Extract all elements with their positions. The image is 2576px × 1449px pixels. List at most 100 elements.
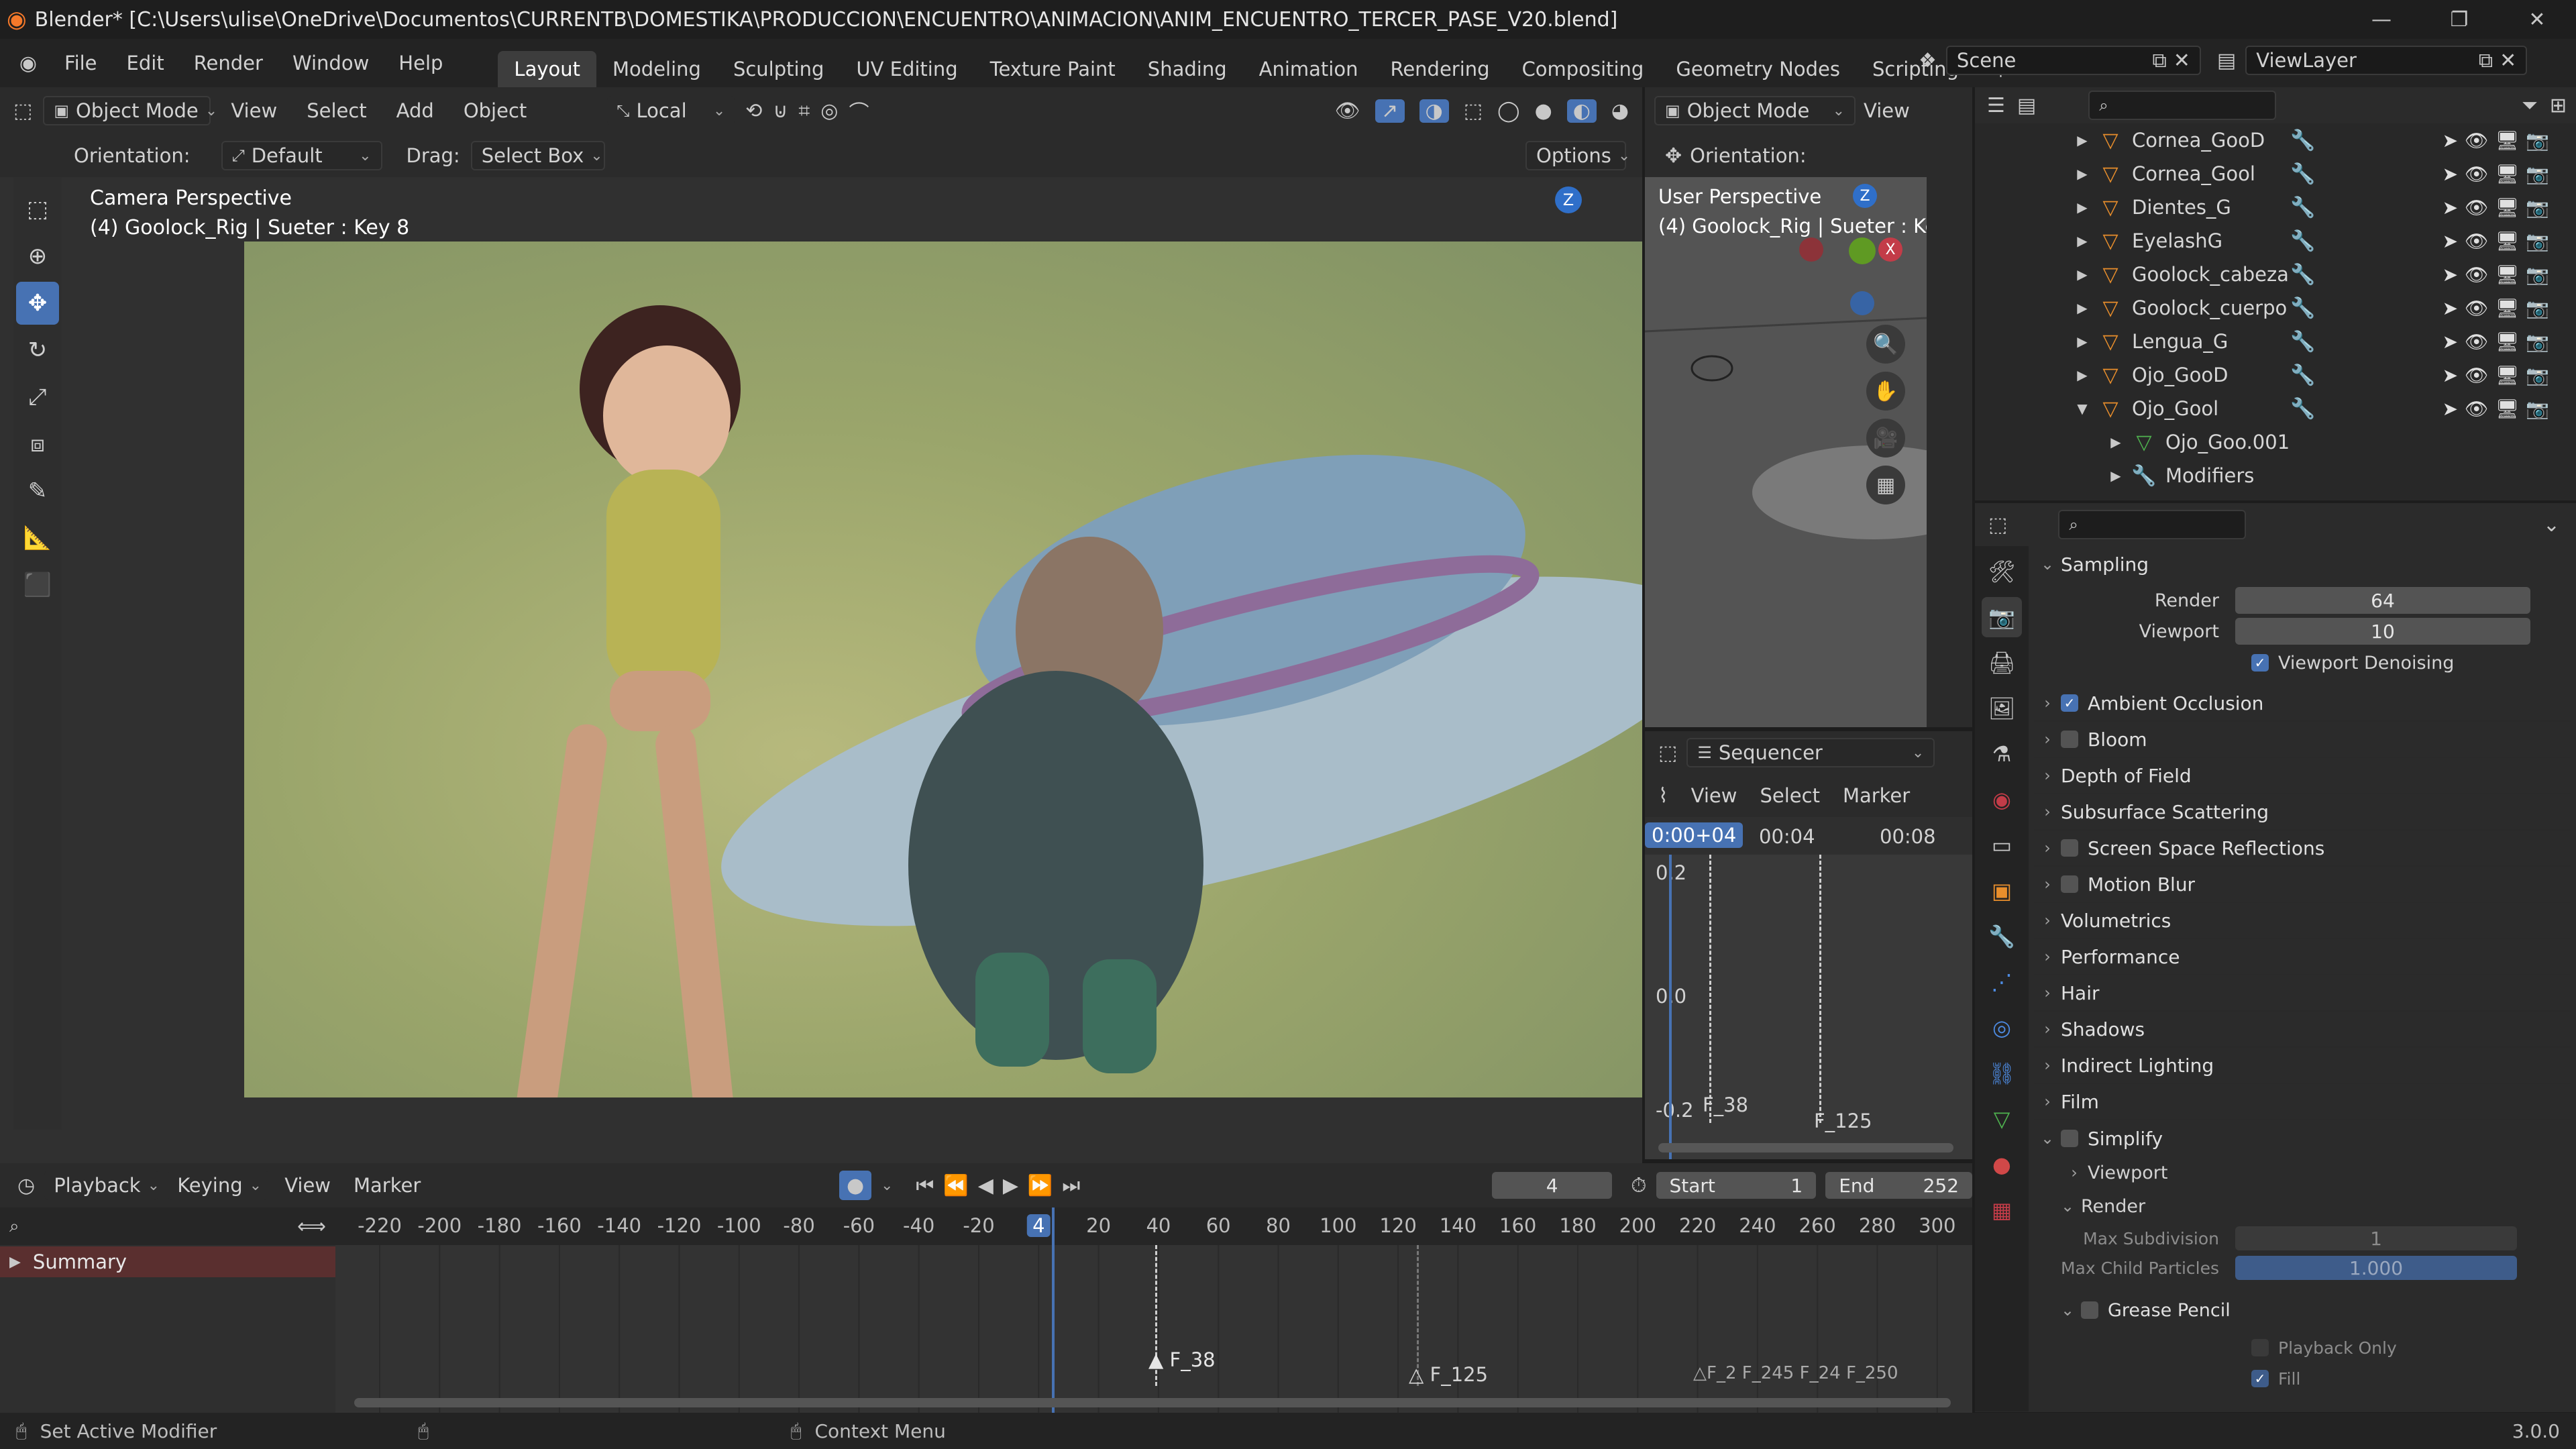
expand-triangle-icon[interactable]: ▶ xyxy=(2069,233,2096,249)
new-collection-icon[interactable]: ⊞ xyxy=(2550,94,2567,117)
add-cube-icon[interactable]: ⬛ xyxy=(16,564,59,606)
expand-triangle-icon[interactable]: ▶ xyxy=(2069,132,2096,148)
modifier-icon[interactable]: 🔧 xyxy=(2290,162,2315,186)
outliner-item[interactable]: ▶ ▽ EyelashG 🔧 ➤ 👁 🖥 📷 xyxy=(1975,224,2576,258)
select-arrow-icon[interactable]: ➤ xyxy=(2443,331,2458,353)
viewport2-menu-view[interactable]: View xyxy=(1864,99,1910,122)
panel-checkbox[interactable] xyxy=(2061,731,2078,748)
expand-triangle-icon[interactable]: ▶ xyxy=(9,1254,21,1271)
menu-object[interactable]: Object xyxy=(454,99,536,122)
panel-performance[interactable]: › Performance xyxy=(2034,939,2571,975)
next-keyframe-icon[interactable]: ⏩ xyxy=(1028,1174,1053,1197)
eye-icon[interactable]: 👁 xyxy=(2465,197,2489,219)
modifier-icon[interactable]: 🔧 xyxy=(2290,297,2315,320)
cursor-icon[interactable]: ⊕ xyxy=(16,235,59,278)
jump-end-icon[interactable]: ⏭ xyxy=(1062,1174,1080,1197)
eye-icon[interactable]: 👁 xyxy=(2465,297,2489,319)
fill-checkbox[interactable]: ✓ xyxy=(2251,1370,2269,1387)
tab-modeling[interactable]: Modeling xyxy=(596,51,717,87)
tab-texture-paint[interactable]: Texture Paint xyxy=(974,51,1132,87)
menu-help[interactable]: Help xyxy=(384,39,458,87)
snap-target-icon[interactable]: ⌗ xyxy=(798,99,810,123)
expand-triangle-icon[interactable]: ▶ xyxy=(2102,434,2129,450)
monitor-icon[interactable]: 🖥 xyxy=(2496,264,2520,286)
modifier-icon[interactable]: 🔧 xyxy=(2290,129,2315,152)
timeline-marker-f125[interactable]: △ F_125 xyxy=(1409,1363,1488,1386)
rotate-icon[interactable]: ↻ xyxy=(16,329,59,372)
panel-ambient-occlusion[interactable]: › ✓ Ambient Occlusion xyxy=(2034,686,2571,722)
expand-triangle-icon[interactable]: ▶ xyxy=(2102,468,2129,484)
tab-compositing[interactable]: Compositing xyxy=(1506,51,1660,87)
jump-start-icon[interactable]: ⏮ xyxy=(916,1174,934,1197)
gizmo-toggle-icon[interactable]: ↗ xyxy=(1375,99,1405,123)
outliner-item[interactable]: ▼ ▽ Ojo_Gool 🔧 ➤ 👁 🖥 📷 xyxy=(1975,392,2576,425)
outliner-search[interactable]: ⌕ xyxy=(2088,91,2277,120)
camera-icon[interactable]: 📷 xyxy=(2526,364,2549,386)
particles-tab-icon[interactable]: ⋰ xyxy=(1982,962,2022,1002)
wireframe-shading-icon[interactable]: ◯ xyxy=(1497,99,1520,123)
menu-select[interactable]: Select xyxy=(297,99,376,122)
max-subdivision-field[interactable]: 1 xyxy=(2235,1226,2517,1250)
modifier-icon[interactable]: 🔧 xyxy=(2290,229,2315,253)
graph-menu-marker[interactable]: Marker xyxy=(1843,784,1910,807)
tab-shading[interactable]: Shading xyxy=(1132,51,1243,87)
expand-triangle-icon[interactable]: ▶ xyxy=(2069,367,2096,383)
modifier-icon[interactable]: 🔧 xyxy=(2290,196,2315,219)
eye-icon[interactable]: 👁 xyxy=(2465,398,2489,420)
blender-menu-icon[interactable]: ◉ xyxy=(7,52,50,75)
orientation-dropdown[interactable]: ⤢ Default ⌄ xyxy=(221,141,382,170)
timeline-editor-icon[interactable]: ◷ xyxy=(17,1174,35,1197)
physics-tab-icon[interactable]: ◎ xyxy=(1982,1008,2022,1048)
timeline-marker-cluster[interactable]: △F_2 F_245 F_24 F_250 xyxy=(1693,1363,1898,1383)
eye-icon[interactable]: 👁 xyxy=(2465,331,2489,353)
select-arrow-icon[interactable]: ➤ xyxy=(2443,163,2458,185)
new-view-layer-icon[interactable]: ⧉ xyxy=(2479,49,2493,72)
transform-icon[interactable]: ⧈ xyxy=(16,423,59,466)
scene-icon[interactable]: ❖ xyxy=(1919,49,1937,72)
eye-icon[interactable]: 👁 xyxy=(2465,364,2489,386)
menu-render[interactable]: Render xyxy=(179,39,278,87)
tab-uv-editing[interactable]: UV Editing xyxy=(840,51,973,87)
editor-type-icon[interactable]: ⬚ xyxy=(1658,741,1677,765)
timeline-menu-marker[interactable]: Marker xyxy=(347,1174,427,1197)
camera-icon[interactable]: 📷 xyxy=(2526,163,2549,185)
outliner-item[interactable]: ▶ 🔧 Modifiers xyxy=(1975,459,2576,492)
camera-icon[interactable]: 📷 xyxy=(2526,230,2549,252)
expand-triangle-icon[interactable]: ▶ xyxy=(2069,199,2096,215)
view-layer-tab-icon[interactable]: 🖼 xyxy=(1982,688,2022,729)
options-dropdown[interactable]: Options ⌄ xyxy=(1525,141,1630,170)
graph-playhead[interactable] xyxy=(1669,855,1672,1159)
eye-icon[interactable]: 👁 xyxy=(2465,264,2489,286)
panel-shadows[interactable]: › Shadows xyxy=(2034,1012,2571,1048)
record-icon[interactable]: ● xyxy=(839,1171,871,1200)
eye-icon[interactable]: 👁 xyxy=(2465,129,2489,152)
solid-shading-icon[interactable]: ● xyxy=(1535,99,1552,123)
menu-window[interactable]: Window xyxy=(278,39,384,87)
menu-add[interactable]: Add xyxy=(387,99,443,122)
timeline-scrollbar[interactable] xyxy=(354,1398,1951,1407)
panel-hair[interactable]: › Hair xyxy=(2034,975,2571,1012)
restore-icon[interactable]: ❐ xyxy=(2420,0,2498,39)
tool-tab-icon[interactable]: 🛠 xyxy=(1982,551,2022,592)
view-layer-icon[interactable]: ▤ xyxy=(2217,49,2236,72)
menu-edit[interactable]: Edit xyxy=(112,39,179,87)
fill-row[interactable]: ✓ Fill xyxy=(2251,1363,2571,1394)
expand-triangle-icon[interactable]: ▶ xyxy=(2069,166,2096,182)
tab-geometry-nodes[interactable]: Geometry Nodes xyxy=(1660,51,1856,87)
monitor-icon[interactable]: 🖥 xyxy=(2496,331,2520,353)
prev-keyframe-icon[interactable]: ⏪ xyxy=(943,1174,968,1197)
outliner-item[interactable]: ▶ ▽ Dientes_G 🔧 ➤ 👁 🖥 📷 xyxy=(1975,191,2576,224)
outliner-item[interactable]: ▶ ▽ Cornea_Gool 🔧 ➤ 👁 🖥 📷 xyxy=(1975,157,2576,191)
outliner-item[interactable]: ▶ ▽ Ojo_GooD 🔧 ➤ 👁 🖥 📷 xyxy=(1975,358,2576,392)
camera-icon[interactable]: 📷 xyxy=(2526,331,2549,353)
tab-layout[interactable]: Layout xyxy=(498,51,597,87)
zoom-icon[interactable]: 🔍 xyxy=(1866,325,1905,364)
start-frame-field[interactable]: Start 1 xyxy=(1656,1172,1817,1199)
select-arrow-icon[interactable]: ➤ xyxy=(2443,264,2458,286)
panel-sampling[interactable]: ⌄ Sampling xyxy=(2034,546,2571,582)
camera-icon[interactable]: 📷 xyxy=(2526,129,2549,152)
view-layer-field[interactable]: ViewLayer ⧉ ✕ xyxy=(2245,46,2528,75)
camera-view-icon[interactable]: 🎥 xyxy=(1866,419,1905,458)
display-mode-icon[interactable]: ▤ xyxy=(2017,94,2036,117)
tab-rendering[interactable]: Rendering xyxy=(1374,51,1505,87)
